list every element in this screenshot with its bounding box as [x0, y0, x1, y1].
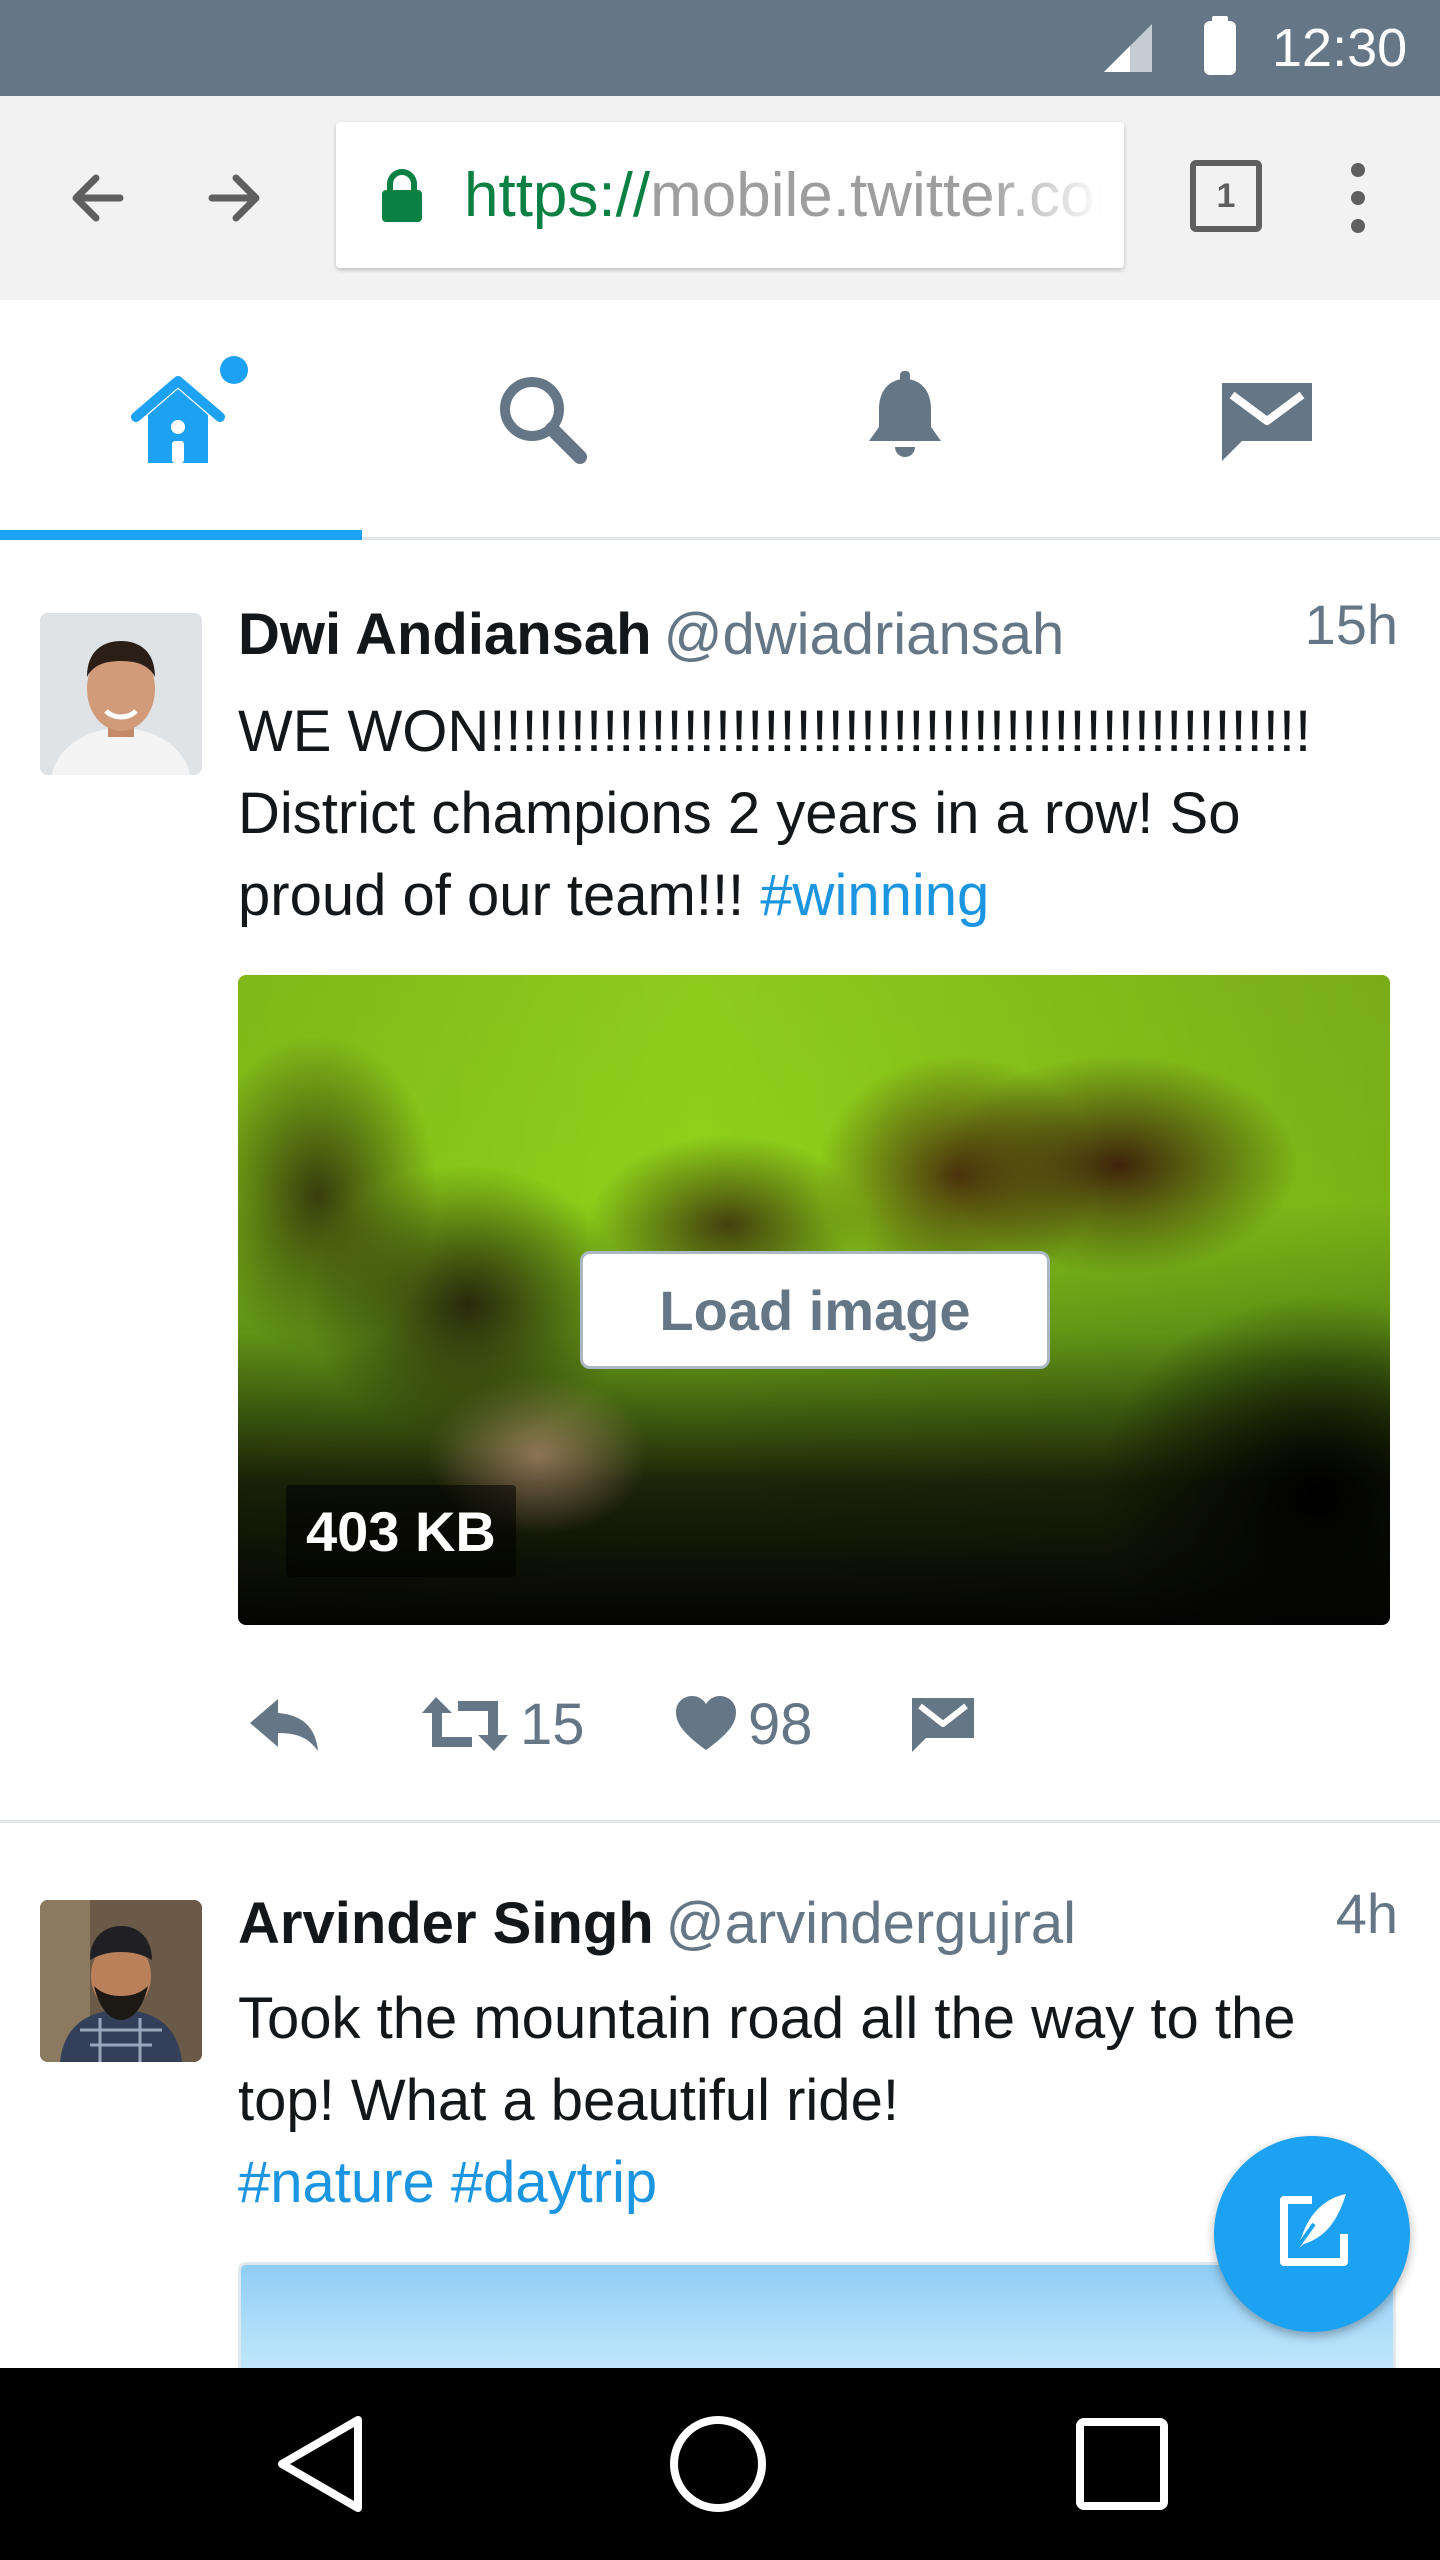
lock-icon: [382, 169, 422, 222]
forward-button[interactable]: [192, 156, 276, 240]
tweet[interactable]: Dwi Andiansah @dwiadriansah 15h WE WON!!!…: [0, 543, 1440, 1823]
bell-icon: [869, 371, 941, 457]
active-tab-indicator: [0, 530, 362, 540]
arrow-left-icon: [72, 174, 124, 222]
like-count: 98: [748, 1691, 813, 1757]
tweet-actions: 15 98: [238, 1679, 1138, 1769]
tweet-text-line: WE WON!!!!!!!!!!!!!!!!!!!!!!!!!!!!!!!!!!…: [238, 699, 1312, 764]
tweet-header: Dwi Andiansah @dwiadriansah: [238, 595, 1064, 675]
circle-home-icon: [670, 2416, 766, 2512]
hashtag-link[interactable]: #winning: [760, 863, 989, 928]
url-scheme: https://: [464, 161, 651, 230]
tweet-text-segment: proud of our team!!!: [238, 863, 761, 928]
hashtag-link[interactable]: #daytrip: [451, 2150, 657, 2215]
media-preview[interactable]: Load image 403 KB: [238, 975, 1390, 1625]
signal-icon: [1104, 24, 1152, 72]
tab-search[interactable]: [362, 300, 724, 540]
like-button[interactable]: 98: [674, 1679, 813, 1769]
tab-notifications[interactable]: [724, 300, 1086, 540]
browser-toolbar: https://mobile.twitter.com 1: [0, 96, 1440, 300]
system-navigation-bar: [0, 2368, 1440, 2560]
retweet-button[interactable]: 15: [420, 1679, 585, 1769]
system-back-button[interactable]: [260, 2404, 380, 2524]
tweet-text-line: District champions 2 years in a row! So: [238, 781, 1241, 846]
tweet-timestamp[interactable]: 4h: [1336, 1874, 1398, 1954]
reply-button[interactable]: [244, 1679, 324, 1769]
avatar[interactable]: [40, 613, 202, 775]
compose-tweet-button[interactable]: [1214, 2136, 1410, 2332]
hashtag-link[interactable]: #nature: [238, 2150, 435, 2215]
new-content-dot: [220, 356, 248, 384]
compose-icon: [1280, 2194, 1348, 2266]
system-home-button[interactable]: [658, 2404, 778, 2524]
triangle-back-icon: [278, 2416, 362, 2512]
avatar-photo: [40, 1900, 202, 2062]
square-recents-icon: [1076, 2418, 1168, 2510]
direct-message-button[interactable]: [908, 1679, 978, 1769]
media-size-badge: 403 KB: [286, 1485, 516, 1577]
tweet-header: Arvinder Singh @arvindergujral: [238, 1884, 1076, 1964]
retweet-count: 15: [520, 1691, 585, 1757]
back-button[interactable]: [56, 156, 140, 240]
url-bar[interactable]: https://mobile.twitter.com: [336, 122, 1124, 268]
author-handle[interactable]: @dwiadriansah: [664, 602, 1065, 667]
search-icon: [500, 377, 587, 464]
tweet[interactable]: Arvinder Singh @arvindergujral 4h Took th…: [0, 1826, 1440, 2402]
author-name[interactable]: Dwi Andiansah: [238, 602, 652, 667]
avatar[interactable]: [40, 1900, 202, 2062]
tab-switcher-button[interactable]: 1: [1190, 160, 1262, 232]
envelope-icon: [1222, 383, 1312, 461]
tweet-text-line: Took the mountain road all the way to th…: [238, 1986, 1296, 2051]
clock: 12:30: [1272, 18, 1408, 78]
author-handle[interactable]: @arvindergujral: [666, 1891, 1076, 1956]
tweet-text: WE WON!!!!!!!!!!!!!!!!!!!!!!!!!!!!!!!!!!…: [238, 691, 1418, 937]
load-image-button[interactable]: Load image: [580, 1251, 1050, 1369]
reply-icon: [250, 1699, 318, 1751]
url-fade: [984, 122, 1124, 268]
system-recents-button[interactable]: [1062, 2404, 1182, 2524]
tab-messages[interactable]: [1086, 300, 1440, 540]
arrow-right-icon: [208, 174, 260, 222]
twitter-nav: [0, 300, 1440, 540]
status-bar: 12:30: [0, 0, 1440, 96]
envelope-icon: [912, 1698, 974, 1752]
avatar-photo: [40, 613, 202, 775]
screen: 12:30 https://mobile.twitter.com 1 Dwi A…: [0, 0, 1440, 2560]
author-name[interactable]: Arvinder Singh: [238, 1891, 654, 1956]
tweet-text-line: proud of our team!!! #winning: [238, 855, 1418, 937]
tab-home[interactable]: [0, 300, 362, 540]
tweet-timestamp[interactable]: 15h: [1305, 585, 1398, 665]
tweet-text-line: top! What a beautiful ride!: [238, 2068, 899, 2133]
retweet-icon: [422, 1697, 508, 1751]
heart-icon: [676, 1696, 736, 1750]
home-icon: [131, 376, 225, 463]
battery-icon: [1204, 16, 1236, 75]
overflow-menu-icon[interactable]: [1330, 156, 1386, 240]
